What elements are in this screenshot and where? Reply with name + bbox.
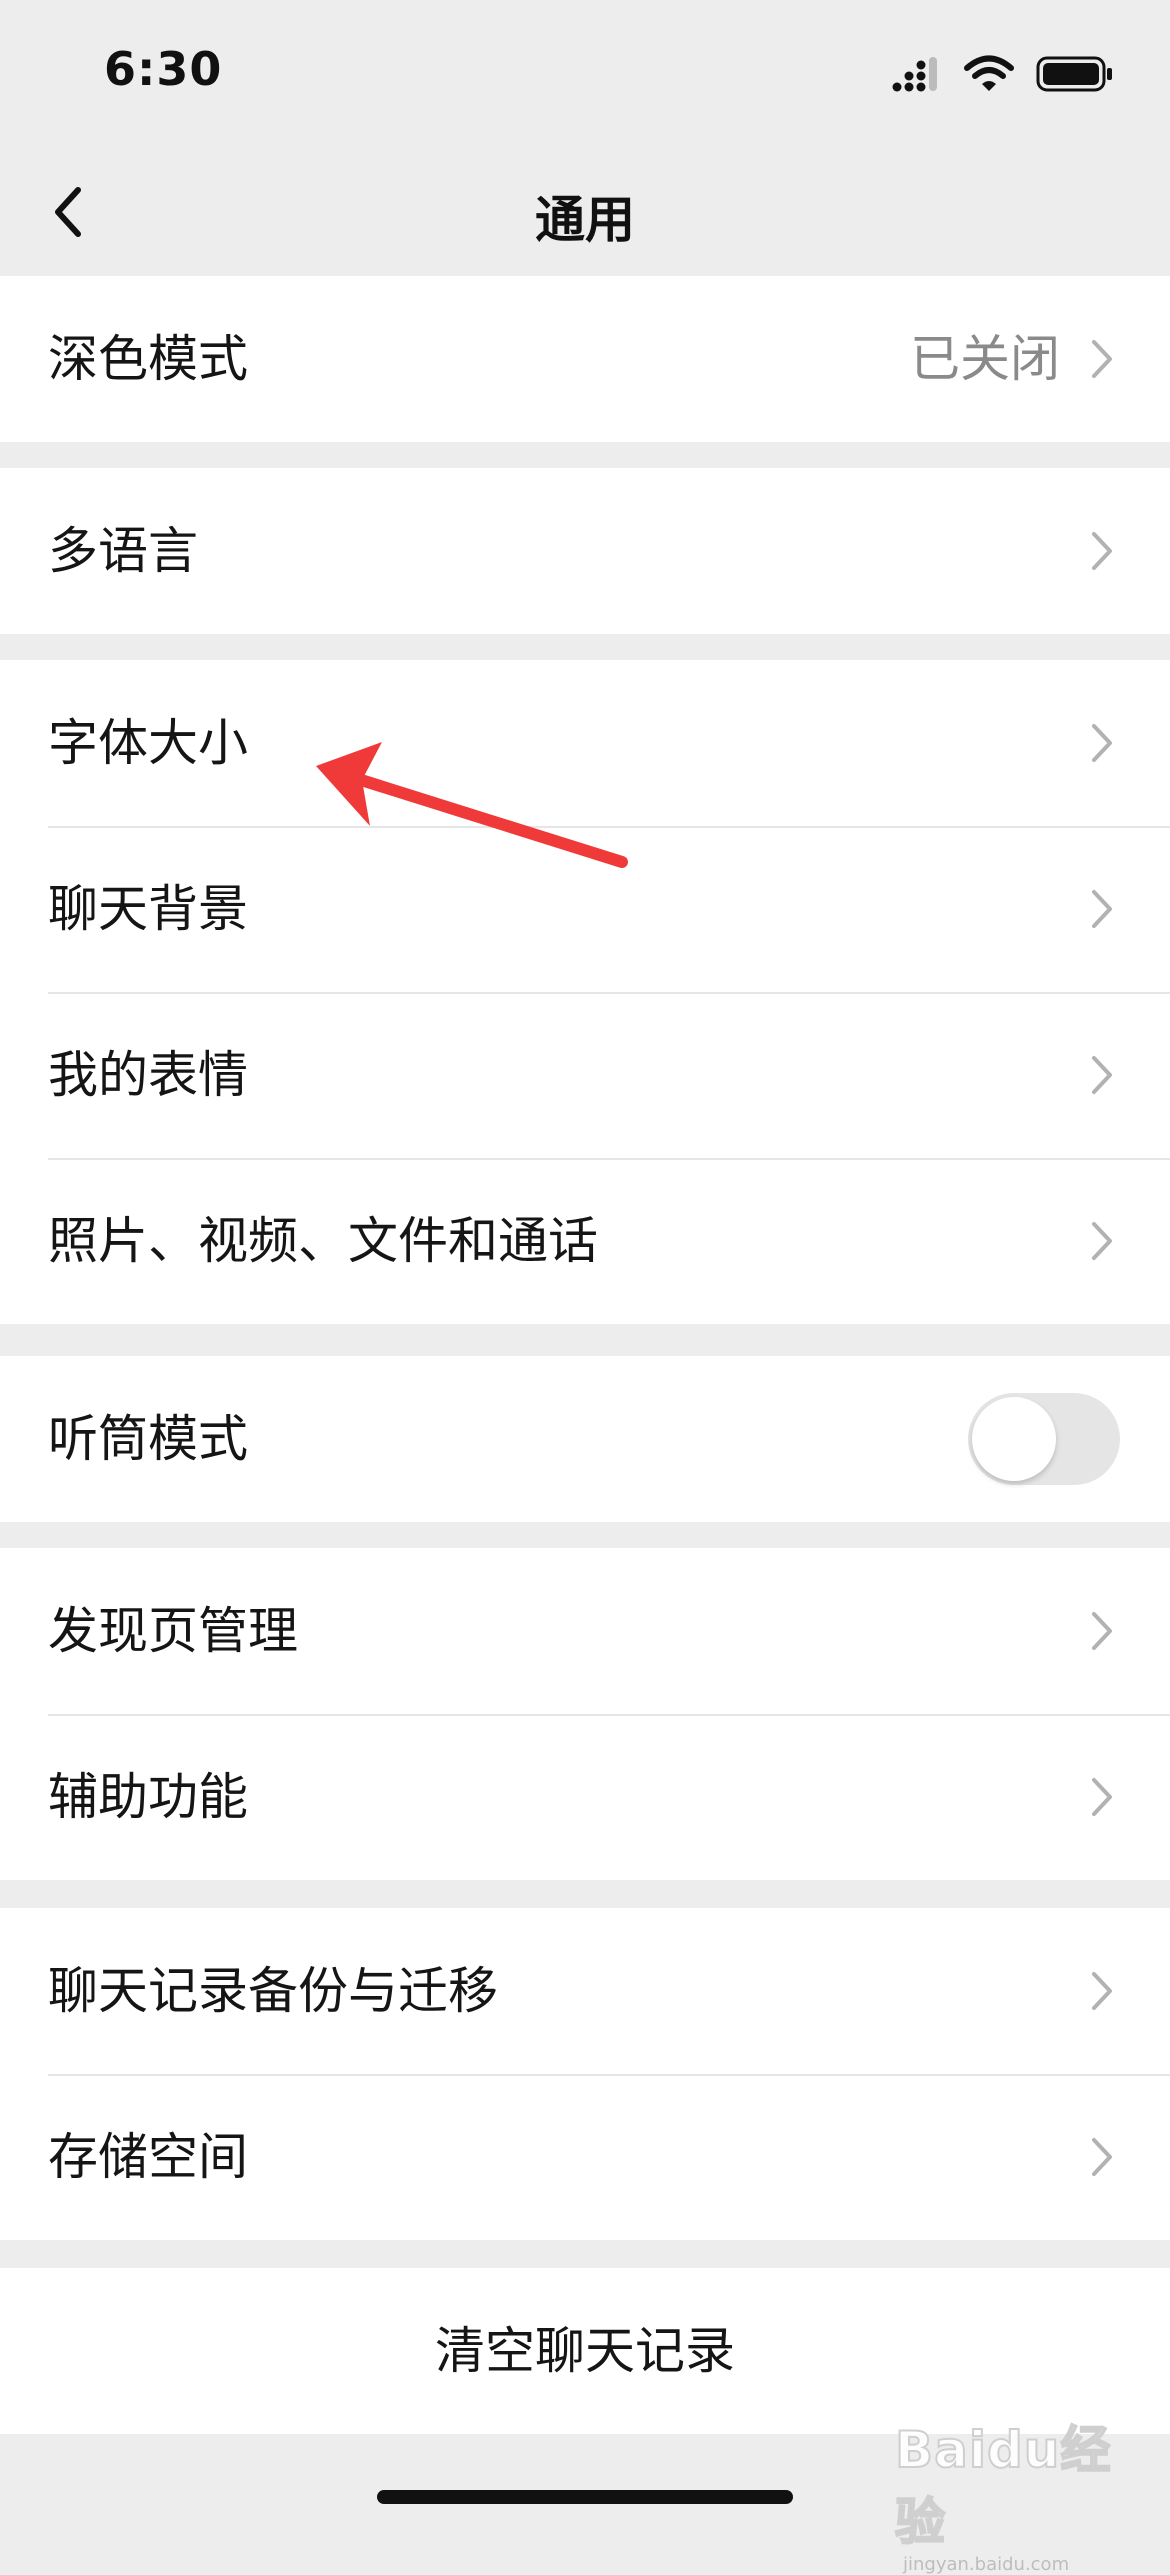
list-item-label: 聊天背景 — [48, 880, 248, 938]
home-indicator[interactable] — [377, 2490, 793, 2504]
list-item-label: 深色模式 — [48, 330, 248, 388]
list-item-label: 辅助功能 — [48, 1768, 248, 1826]
list-item-label: 听筒模式 — [48, 1410, 248, 1468]
status-time: 6:30 — [104, 42, 223, 96]
list-item-label: 照片、视频、文件和通话 — [48, 1212, 598, 1270]
list-item-label: 多语言 — [48, 522, 198, 580]
group-dark-mode: 深色模式 已关闭 — [0, 276, 1170, 442]
chevron-right-icon — [1092, 1056, 1112, 1094]
earpiece-mode-toggle[interactable] — [968, 1393, 1120, 1485]
list-item-chat-backup-migration[interactable]: 聊天记录备份与迁移 — [0, 1908, 1170, 2074]
list-item-earpiece-mode: 听筒模式 — [0, 1356, 1170, 1522]
list-item-storage[interactable]: 存储空间 — [0, 2074, 1170, 2240]
chevron-right-icon — [1092, 532, 1112, 570]
group-earpiece: 听筒模式 — [0, 1356, 1170, 1522]
toggle-knob — [972, 1397, 1056, 1481]
watermark-site: jingyan.baidu.com — [903, 2554, 1070, 2575]
list-item-value: 已关闭 — [910, 330, 1060, 388]
chevron-right-icon — [1092, 1972, 1112, 2010]
chevron-right-icon — [1092, 340, 1112, 378]
status-bar: 6:30 — [0, 0, 1170, 150]
annotation-arrow-icon — [316, 742, 628, 868]
list-item-media-files-calls[interactable]: 照片、视频、文件和通话 — [0, 1158, 1170, 1324]
chevron-right-icon — [1092, 1222, 1112, 1260]
watermark-logo: Baidu经验 jingyan.baidu.com — [894, 2410, 1145, 2575]
list-item-label: 发现页管理 — [48, 1602, 298, 1660]
list-item-label: 字体大小 — [48, 714, 248, 772]
list-item-label: 我的表情 — [48, 1046, 248, 1104]
group-discover-accessibility: 发现页管理 辅助功能 — [0, 1548, 1170, 1880]
list-item-accessibility[interactable]: 辅助功能 — [0, 1714, 1170, 1880]
chevron-right-icon — [1092, 2138, 1112, 2176]
cellular-signal-icon — [892, 57, 937, 92]
watermark-brand: Baidu经验 — [894, 2420, 1112, 2552]
group-storage: 聊天记录备份与迁移 存储空间 — [0, 1908, 1170, 2240]
page-title: 通用 — [535, 191, 635, 249]
chevron-right-icon — [1092, 1612, 1112, 1650]
group-language: 多语言 — [0, 468, 1170, 634]
nav-bar: 通用 — [0, 150, 1170, 276]
list-item-language[interactable]: 多语言 — [0, 468, 1170, 634]
list-item-label: 存储空间 — [48, 2128, 248, 2186]
chevron-right-icon — [1092, 724, 1112, 762]
list-item-discover-management[interactable]: 发现页管理 — [0, 1548, 1170, 1714]
list-item-label: 聊天记录备份与迁移 — [48, 1962, 498, 2020]
list-item-dark-mode[interactable]: 深色模式 已关闭 — [0, 276, 1170, 442]
list-item-my-stickers[interactable]: 我的表情 — [0, 992, 1170, 1158]
status-icons — [892, 52, 1114, 96]
chevron-right-icon — [1092, 890, 1112, 928]
battery-icon — [1036, 56, 1112, 92]
chevron-right-icon — [1092, 1778, 1112, 1816]
wifi-icon — [964, 55, 1014, 91]
